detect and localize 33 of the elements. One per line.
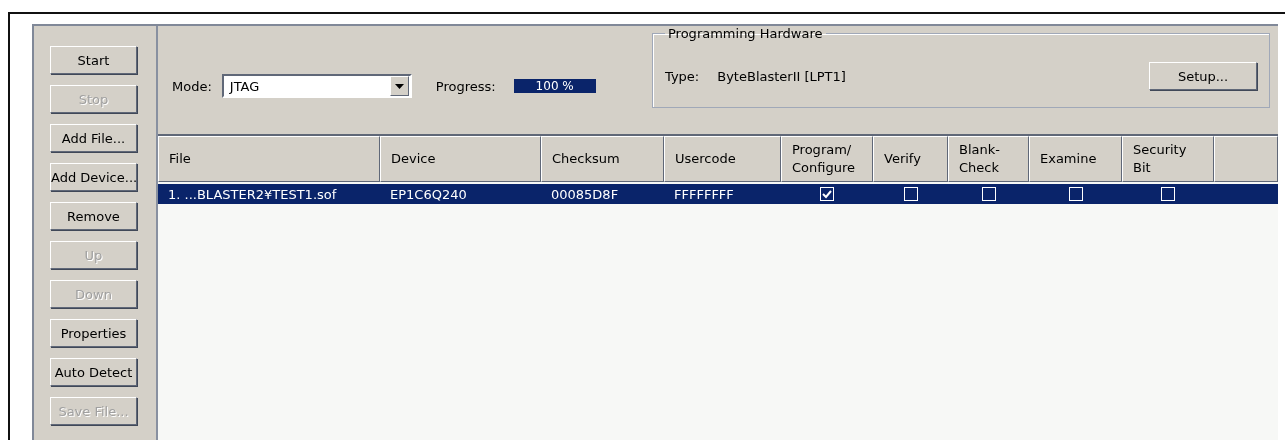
column-header[interactable]: Verify (873, 136, 948, 182)
checkbox[interactable] (903, 187, 918, 201)
checkbox[interactable] (1161, 187, 1175, 201)
column-header[interactable]: Checksum (541, 136, 664, 182)
side-button[interactable]: Auto Detect (50, 358, 137, 386)
setup-button[interactable]: Setup... (1149, 62, 1257, 90)
side-button[interactable]: Remove (50, 202, 137, 230)
table-cell-text: 1. ...BLASTER2¥TEST1.sof (167, 185, 338, 204)
table-cell-text: EP1C6Q240 (389, 185, 468, 204)
side-button[interactable]: Add File... (50, 124, 137, 152)
column-header[interactable]: Program/ Configure (781, 136, 873, 182)
group-title: Programming Hardware (667, 26, 824, 41)
table-row[interactable]: 1. ...BLASTER2¥TEST1.sof EP1C6Q240 00085D8F FFFFFFFF (158, 184, 1278, 204)
side-button[interactable]: Add Device... (50, 163, 137, 191)
column-header[interactable]: Examine (1029, 136, 1122, 182)
progress-label: Progress: (435, 78, 496, 94)
side-button[interactable]: Properties (50, 319, 137, 347)
checkbox[interactable] (1068, 187, 1083, 201)
column-header[interactable]: File (158, 136, 380, 182)
side-button[interactable]: Start (50, 46, 137, 74)
column-header[interactable]: Device (380, 136, 541, 182)
checkbox[interactable] (820, 187, 834, 201)
table-cell-text: 00085D8F (550, 185, 620, 204)
type-value: ByteBlasterII [LPT1] (717, 68, 846, 84)
progress-reading: 100 % (534, 79, 575, 93)
mode-dropdown[interactable]: JTAG (221, 74, 412, 98)
column-header[interactable]: Blank- Check (948, 136, 1029, 182)
mode-label: Mode: (172, 78, 212, 94)
table-cell-text: FFFFFFFF (673, 185, 735, 204)
type-label: Type: (665, 68, 700, 84)
column-header[interactable]: Usercode (664, 136, 781, 182)
column-header[interactable]: Security Bit (1122, 136, 1214, 182)
checkbox[interactable] (981, 187, 996, 201)
